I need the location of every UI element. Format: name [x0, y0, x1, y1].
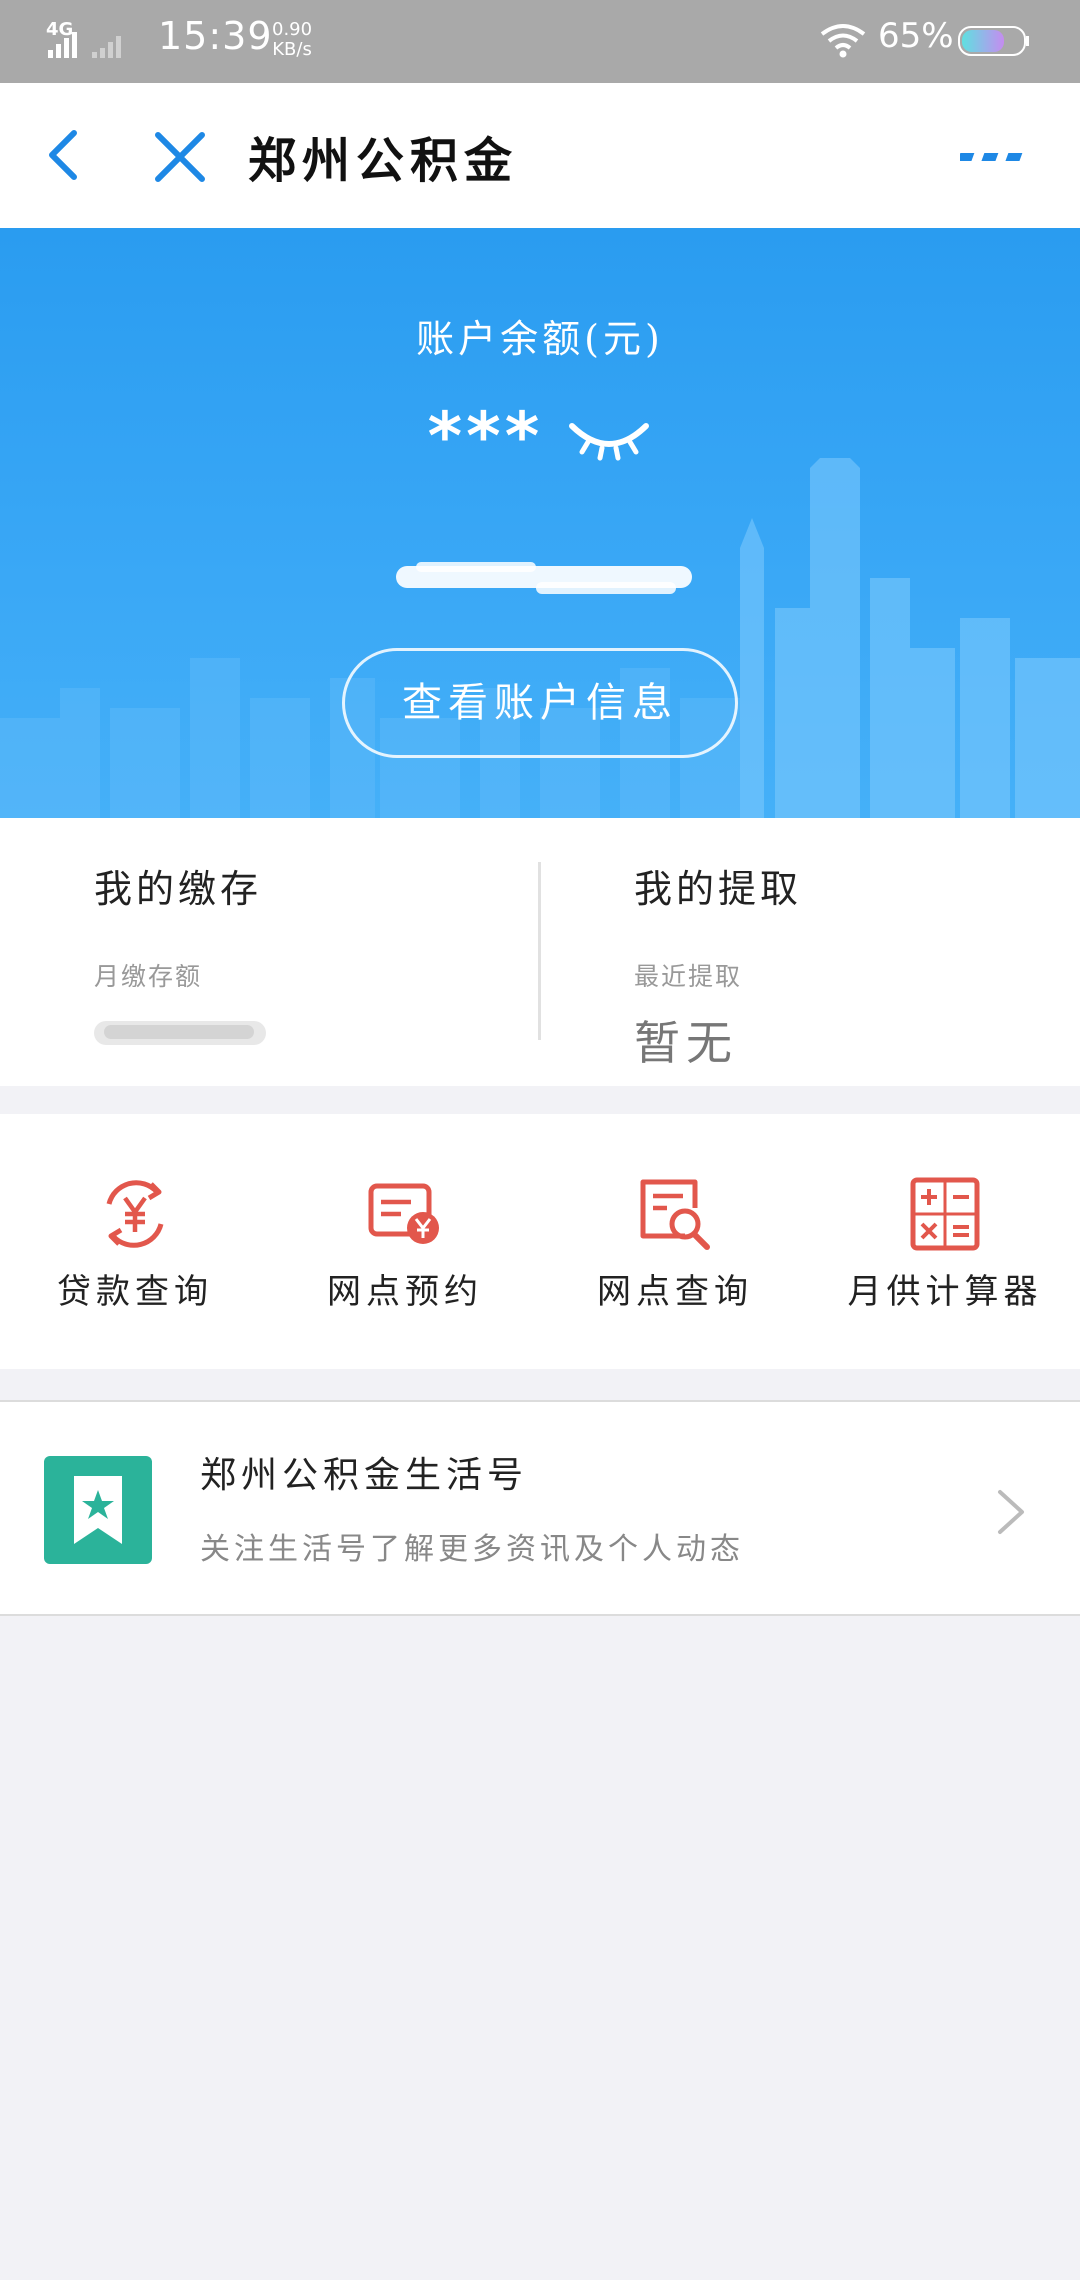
battery-icon — [958, 26, 1029, 56]
outlet-booking-icon — [368, 1183, 439, 1244]
balance-value: *** — [427, 398, 544, 475]
service-label: 贷款查询 — [57, 1272, 213, 1312]
close-icon[interactable] — [150, 127, 210, 187]
more-icon[interactable] — [960, 143, 1030, 173]
account-balance-banner: 账户余额(元) *** 查看账户信息 — [0, 228, 1080, 818]
calculator-icon — [910, 1177, 980, 1251]
my-deposit-title: 我的缴存 — [94, 867, 263, 911]
battery-percent: 65% — [878, 16, 954, 56]
service-label: 网点查询 — [597, 1272, 753, 1312]
eye-closed-icon[interactable] — [566, 412, 652, 462]
chevron-right-icon — [998, 1490, 1024, 1534]
outlet-search-icon — [640, 1179, 710, 1250]
life-account-description: 关注生活号了解更多资讯及个人动态 — [200, 1532, 744, 1567]
service-loan-query[interactable]: 贷款查询 — [0, 1114, 270, 1369]
back-icon[interactable] — [40, 125, 90, 185]
service-label: 网点预约 — [327, 1272, 483, 1312]
monthly-deposit-label: 月缴存额 — [94, 962, 203, 991]
city-skyline-illustration — [0, 458, 1080, 818]
my-withdraw-title: 我的提取 — [634, 867, 803, 911]
life-account-title: 郑州公积金生活号 — [200, 1455, 529, 1496]
loan-query-icon — [106, 1180, 164, 1248]
bookmark-star-icon — [44, 1456, 152, 1564]
summary-panel: 我的缴存 月缴存额 我的提取 最近提取 暂无 — [0, 818, 1080, 1086]
cellular-signal-icon: 4G — [46, 19, 121, 58]
status-bar: 4G 15:39 0.90 KB/s 65% — [0, 0, 1080, 83]
service-outlet-search[interactable]: 网点查询 — [540, 1114, 810, 1369]
service-calculator[interactable]: 月供计算器 — [810, 1114, 1080, 1369]
page-title: 郑州公积金 — [248, 133, 519, 189]
speed-unit: KB/s — [272, 39, 312, 60]
svg-text:4G: 4G — [46, 19, 73, 40]
my-withdraw-section[interactable]: 我的提取 最近提取 暂无 — [634, 858, 802, 1073]
speed-value: 0.90 — [272, 19, 313, 40]
summary-divider — [538, 862, 541, 1040]
title-bar: 郑州公积金 — [0, 83, 1080, 228]
network-speed: 0.90 KB/s — [272, 20, 312, 60]
balance-row: *** — [0, 398, 1080, 478]
service-outlet-booking[interactable]: 网点预约 — [270, 1114, 540, 1369]
balance-label: 账户余额(元) — [416, 317, 664, 361]
service-label: 月供计算器 — [847, 1272, 1043, 1312]
life-account-card[interactable]: 郑州公积金生活号 关注生活号了解更多资讯及个人动态 — [0, 1400, 1080, 1616]
monthly-deposit-redacted — [94, 1021, 266, 1045]
account-number-redacted — [396, 562, 692, 594]
my-deposit-section[interactable]: 我的缴存 月缴存额 — [94, 858, 266, 1059]
recent-withdraw-label: 最近提取 — [634, 962, 743, 991]
clock: 15:39 — [158, 14, 273, 58]
recent-withdraw-value: 暂无 — [634, 1016, 738, 1070]
view-account-info-button[interactable]: 查看账户信息 — [342, 648, 738, 758]
wifi-icon — [820, 24, 866, 58]
service-grid: 贷款查询 网点预约 网点查询 月供计算器 — [0, 1114, 1080, 1369]
